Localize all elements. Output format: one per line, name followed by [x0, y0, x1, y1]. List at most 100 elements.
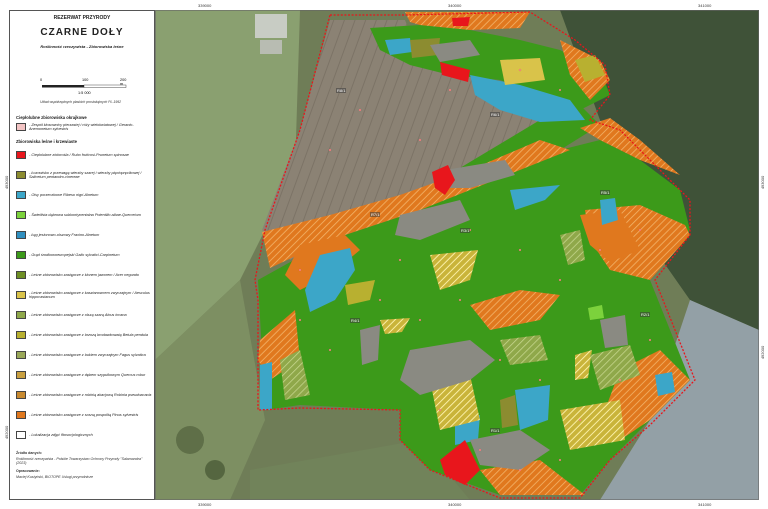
- scale-ratio: 1:5 000: [78, 91, 91, 95]
- releve-point: [518, 468, 522, 472]
- legend-label: - Leśne zbiorowisko zastępcze z sosną po…: [29, 412, 139, 417]
- coord-top-2: 340000: [448, 3, 462, 8]
- legend-swatch: [16, 231, 26, 239]
- map-unit-label: R4/1: [350, 318, 361, 323]
- legend-label: - Leśne zbiorowisko zastępcze z bukiem z…: [29, 352, 146, 357]
- releve-point: [448, 88, 452, 92]
- legend-item: - Leśne zbiorowisko zastępcze z robinią …: [16, 390, 152, 400]
- releve-point: [558, 88, 562, 92]
- legend-label: - Leśne zbiorowisko zastępcze z brzozą b…: [29, 332, 149, 337]
- legend-label: - Leśne zbiorowisko zastępcze z kasztano…: [29, 290, 150, 299]
- releve-point: [538, 378, 542, 382]
- releve-point: [558, 458, 562, 462]
- legend-heading: REZERWAT PRZYRODY: [53, 15, 111, 21]
- releve-point: [458, 298, 462, 302]
- legend-item: - Leśne zbiorowisko zastępcze z klonem j…: [16, 270, 152, 280]
- willow-south[interactable]: [500, 395, 518, 428]
- legend-item: - Zespół kłosownicy pierzastej i róży wi…: [16, 122, 152, 132]
- coord-top-1: 339000: [198, 3, 212, 8]
- source-text: Roślinność rzeczywista - Polskie Towarzy…: [16, 457, 143, 465]
- author-text: Maciej Kustyński, BIOTOPE Usługi przyrod…: [16, 475, 94, 479]
- map-unit-label: R5/1: [600, 190, 611, 195]
- coord-right-2: 492000: [760, 345, 766, 360]
- legend-swatch: [16, 251, 26, 259]
- legend-label: - Leśne zbiorowisko zastępcze z dębem sz…: [29, 372, 146, 377]
- map-unit-label: R3/1: [460, 228, 471, 233]
- legend-label: - Leśne zbiorowisko zastępcze z klonem j…: [29, 272, 140, 277]
- source-heading: Źródło danych:: [16, 451, 42, 455]
- releve-point: [298, 318, 302, 322]
- legend-label: - Leśne zbiorowisko zastępcze z olszą sz…: [29, 312, 127, 317]
- section-forest: Zbiorowiska leśne i krzewiaste: [16, 139, 77, 144]
- map-unit-label: R2/1: [640, 312, 651, 317]
- legend-item: - Ciepłolubne ziołorośla / Rubo fruticos…: [16, 150, 152, 160]
- legend-swatch: [16, 123, 26, 131]
- map-unit-label: R7/1: [370, 212, 381, 217]
- legend-panel: REZERWAT PRZYRODY CZARNE DOŁY Roślinność…: [9, 10, 155, 500]
- legend-swatch: [16, 431, 26, 439]
- legend-swatch: [16, 271, 26, 279]
- releve-point: [438, 408, 442, 412]
- alder-west-edge[interactable]: [260, 362, 272, 410]
- coord-right-1: 493000: [760, 175, 766, 190]
- releve-point: [518, 68, 522, 72]
- releve-point: [638, 228, 642, 232]
- crs-note: Układ współrzędnych płaskich prostokątny…: [40, 100, 122, 104]
- scale-tick-2: 200 m: [120, 78, 127, 86]
- releve-point: [558, 278, 562, 282]
- releve-point: [518, 248, 522, 252]
- alder-southeast[interactable]: [655, 372, 675, 396]
- legend-label: - Ciepłolubne ziołorośla / Rubo fruticos…: [29, 152, 129, 157]
- releve-point: [328, 348, 332, 352]
- map-unit-label: R1/1: [490, 428, 501, 433]
- releve-point: [418, 138, 422, 142]
- coord-bottom-1: 339000: [198, 502, 212, 507]
- legend-label: - Lokalizacja zdjęć fitosocjologicznych: [29, 432, 93, 437]
- scale-bar: 0 100 200 m 1:5 000: [40, 78, 128, 98]
- gray-wet-5: [600, 315, 628, 348]
- releve-point: [328, 148, 332, 152]
- scale-tick-0: 0: [40, 78, 43, 82]
- legend-item: - Leśne zbiorowisko zastępcze z sosną po…: [16, 410, 152, 420]
- coord-top-3: 341000: [698, 3, 712, 8]
- releve-point: [398, 258, 402, 262]
- section-nonforest: Ciepłolubne zbiorowiska okrajkowe: [16, 115, 87, 120]
- releve-point: [578, 418, 582, 422]
- legend-swatch: [16, 171, 26, 179]
- scale-tick-1: 100: [82, 78, 89, 82]
- legend-swatch: [16, 371, 26, 379]
- releve-point: [358, 108, 362, 112]
- legend-swatch: [16, 191, 26, 199]
- legend-label: - Leśne zbiorowisko zastępcze z robinią …: [29, 392, 152, 397]
- legend-label: - Zespół kłosownicy pierzastej i róży wi…: [29, 122, 134, 131]
- map-unit-label: R8/1: [336, 88, 347, 93]
- legend-swatch: [16, 211, 26, 219]
- releve-point: [298, 268, 302, 272]
- legend-swatch: [16, 351, 26, 359]
- map-frame: 339000 340000 341000 339000 340000 34100…: [0, 0, 768, 509]
- legend-title: CZARNE DOŁY: [40, 27, 124, 38]
- legend-swatch: [16, 391, 26, 399]
- coord-bottom-2: 340000: [448, 502, 462, 507]
- legend-item: - Łęg jesionowo-olszowy Fraxino-Alnetum: [16, 230, 152, 240]
- author-heading: Opracowanie:: [16, 469, 40, 473]
- legend-swatch: [16, 291, 26, 299]
- releve-point: [598, 248, 602, 252]
- coord-bottom-3: 341000: [698, 502, 712, 507]
- legend-label: - Olsy porzeczkowe Ribeso nigri-Alnetum: [29, 192, 99, 197]
- legend-item: - Świetlista dąbrowa subkontynentalna Po…: [16, 210, 152, 220]
- legend-swatch: [16, 331, 26, 339]
- legend-swatch: [16, 311, 26, 319]
- legend-subtitle: Roślinność rzeczywista - Zbiorowiska leś…: [40, 44, 124, 49]
- legend-swatch: [16, 151, 26, 159]
- rubo-prunetum-top[interactable]: [452, 17, 470, 26]
- legend-label: - Łozowisko z przewagą wierzby szarej i …: [29, 170, 142, 179]
- map-unit-label: R6/1: [490, 112, 501, 117]
- legend-item: - Leśne zbiorowisko zastępcze z brzozą b…: [16, 330, 152, 340]
- legend-item: - Leśne zbiorowisko zastępcze z dębem sz…: [16, 370, 152, 380]
- legend-item: - Grąd środkowoeuropejski Galio sylvatic…: [16, 250, 152, 260]
- legend-label: - Świetlista dąbrowa subkontynentalna Po…: [29, 212, 141, 217]
- legend-swatch: [16, 411, 26, 419]
- legend-item: - Łozowisko z przewagą wierzby szarej i …: [16, 170, 152, 180]
- legend-label: - Grąd środkowoeuropejski Galio sylvatic…: [29, 252, 120, 257]
